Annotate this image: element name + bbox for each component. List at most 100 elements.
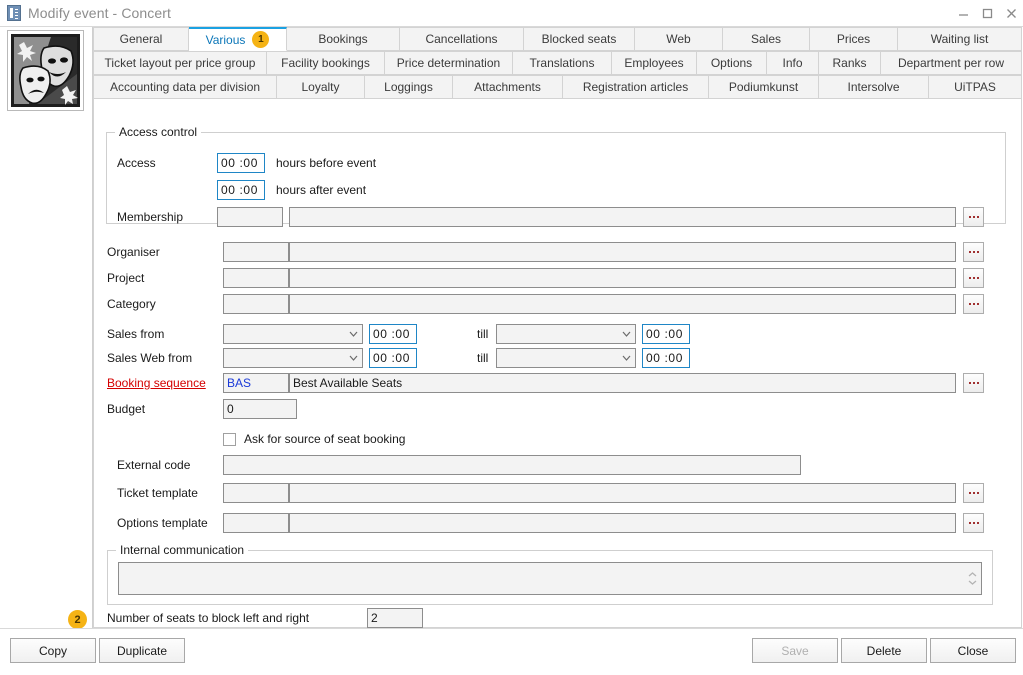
various-form: Access control Access 00 :00 hours befor… (94, 99, 1021, 627)
organiser-code-input[interactable] (223, 242, 289, 262)
tab-prices[interactable]: Prices (810, 27, 898, 51)
membership-name-input[interactable] (289, 207, 956, 227)
options-template-code-input[interactable] (223, 513, 289, 533)
callout-badge-1: 1 (252, 31, 269, 48)
tab-label: Intersolve (847, 80, 899, 94)
tab-label: Waiting list (931, 32, 989, 46)
tab-row-3: Accounting data per division Loyalty Log… (93, 75, 1022, 99)
tab-department-per-row[interactable]: Department per row (881, 51, 1022, 75)
seats-to-block-row: Number of seats to block left and right (107, 611, 309, 625)
tab-label: Facility bookings (281, 56, 370, 70)
tab-accounting-data-per-division[interactable]: Accounting data per division (93, 75, 277, 99)
chevron-down-icon (345, 325, 362, 343)
external-code-input[interactable] (223, 455, 801, 475)
copy-button[interactable]: Copy (10, 638, 96, 663)
internal-communication-textarea[interactable] (118, 562, 982, 595)
tab-intersolve[interactable]: Intersolve (819, 75, 929, 99)
tab-label: Department per row (898, 56, 1004, 70)
tab-price-determination[interactable]: Price determination (385, 51, 513, 75)
tab-ranks[interactable]: Ranks (819, 51, 881, 75)
options-template-browse-button[interactable] (963, 513, 984, 533)
tab-web[interactable]: Web (635, 27, 723, 51)
category-browse-button[interactable] (963, 294, 984, 314)
sales-from-till-date-combo[interactable] (496, 324, 636, 344)
tab-general[interactable]: General (93, 27, 189, 51)
tab-registration-articles[interactable]: Registration articles (563, 75, 709, 99)
tab-loyalty[interactable]: Loyalty (277, 75, 365, 99)
tab-info[interactable]: Info (767, 51, 819, 75)
sales-from-time-input[interactable]: 00 :00 (369, 324, 417, 344)
sales-web-from-till-date-combo[interactable] (496, 348, 636, 368)
ticket-template-name-input[interactable] (289, 483, 956, 503)
memo-spinner[interactable] (965, 564, 980, 593)
tab-podiumkunst[interactable]: Podiumkunst (709, 75, 819, 99)
project-browse-button[interactable] (963, 268, 984, 288)
internal-communication-value (119, 563, 981, 567)
seats-to-block-input[interactable]: 2 (367, 608, 423, 628)
budget-label: Budget (107, 402, 145, 416)
tab-label: Podiumkunst (729, 80, 798, 94)
ticket-template-code-input[interactable] (223, 483, 289, 503)
close-icon[interactable] (999, 0, 1023, 26)
tab-uitpas[interactable]: UiTPAS (929, 75, 1022, 99)
sales-from-date-combo[interactable] (223, 324, 363, 344)
tab-cancellations[interactable]: Cancellations (400, 27, 524, 51)
tab-blocked-seats[interactable]: Blocked seats (524, 27, 635, 51)
ticket-template-browse-button[interactable] (963, 483, 984, 503)
project-label: Project (107, 271, 144, 285)
category-name-input[interactable] (289, 294, 956, 314)
left-rail: 2 (0, 27, 93, 629)
sales-web-from-time-input[interactable]: 00 :00 (369, 348, 417, 368)
membership-browse-button[interactable] (963, 207, 984, 227)
project-code-input[interactable] (223, 268, 289, 288)
access-hours-after-suffix: hours after event (276, 183, 366, 197)
save-button[interactable]: Save (752, 638, 838, 663)
sales-from-till-time-input[interactable]: 00 :00 (642, 324, 690, 344)
sales-from-label: Sales from (107, 327, 164, 341)
tab-row-2: Ticket layout per price group Facility b… (93, 51, 1022, 75)
tab-loggings[interactable]: Loggings (365, 75, 453, 99)
maximize-icon[interactable] (975, 0, 999, 26)
budget-input[interactable]: 0 (223, 399, 297, 419)
tab-panel-various: Access control Access 00 :00 hours befor… (93, 99, 1022, 628)
tab-facility-bookings[interactable]: Facility bookings (267, 51, 385, 75)
membership-code-input[interactable] (217, 207, 283, 227)
tab-options[interactable]: Options (697, 51, 767, 75)
access-hours-after-input[interactable]: 00 :00 (217, 180, 265, 200)
booking-sequence-code-input[interactable]: BAS (223, 373, 289, 393)
access-hours-before-input[interactable]: 00 :00 (217, 153, 265, 173)
minimize-icon[interactable] (951, 0, 975, 26)
booking-sequence-browse-button[interactable] (963, 373, 984, 393)
ask-source-checkbox[interactable] (223, 433, 236, 446)
tab-various[interactable]: Various 1 (189, 27, 287, 51)
close-button[interactable]: Close (930, 638, 1016, 663)
tab-label: Ranks (832, 56, 866, 70)
organiser-name-input[interactable] (289, 242, 956, 262)
delete-button[interactable]: Delete (841, 638, 927, 663)
sales-web-from-label: Sales Web from (107, 351, 192, 365)
organiser-label: Organiser (107, 245, 160, 259)
tab-label: Loggings (384, 80, 433, 94)
sales-web-from-date-combo[interactable] (223, 348, 363, 368)
booking-sequence-link[interactable]: Booking sequence (107, 376, 206, 390)
tab-bookings[interactable]: Bookings (287, 27, 400, 51)
category-code-input[interactable] (223, 294, 289, 314)
tab-label: UiTPAS (954, 80, 996, 94)
document-icon (7, 5, 21, 21)
tab-employees[interactable]: Employees (612, 51, 697, 75)
tab-attachments[interactable]: Attachments (453, 75, 563, 99)
project-name-input[interactable] (289, 268, 956, 288)
options-template-name-input[interactable] (289, 513, 956, 533)
chevron-down-icon (618, 349, 635, 367)
sales-web-from-till-time-input[interactable]: 00 :00 (642, 348, 690, 368)
tab-sales[interactable]: Sales (723, 27, 810, 51)
title-bar: Modify event - Concert (0, 0, 1023, 27)
tab-translations[interactable]: Translations (513, 51, 612, 75)
ask-source-row[interactable]: Ask for source of seat booking (223, 432, 405, 446)
organiser-browse-button[interactable] (963, 242, 984, 262)
booking-sequence-name-input[interactable]: Best Available Seats (289, 373, 956, 393)
tab-label: Attachments (474, 80, 541, 94)
tab-waiting-list[interactable]: Waiting list (898, 27, 1022, 51)
duplicate-button[interactable]: Duplicate (99, 638, 185, 663)
tab-ticket-layout-per-price-group[interactable]: Ticket layout per price group (93, 51, 267, 75)
